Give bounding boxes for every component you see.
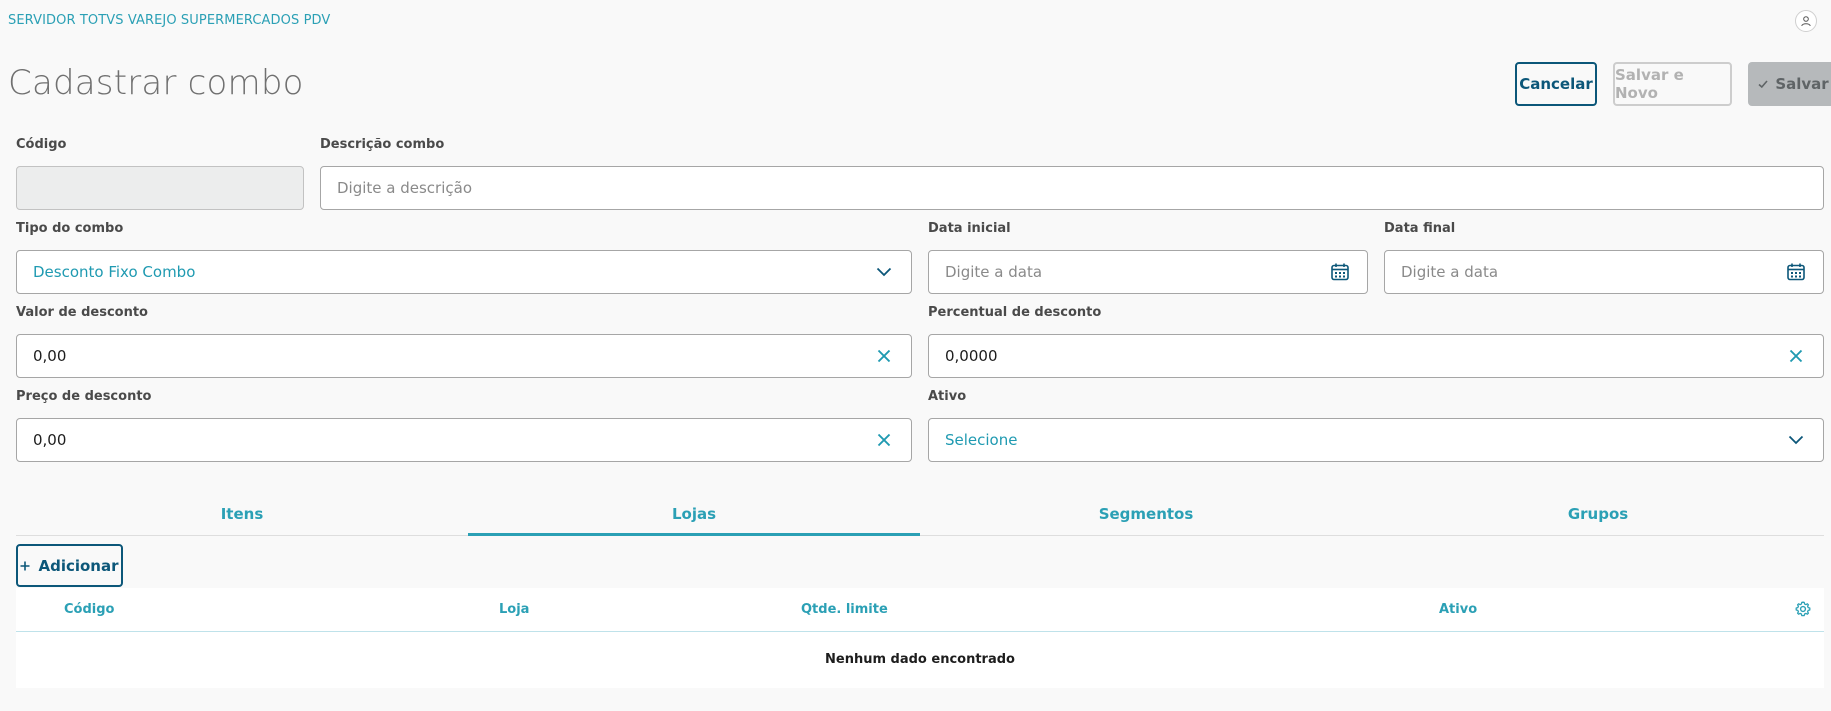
tab-segmentos[interactable]: Segmentos xyxy=(920,493,1372,535)
descricao-placeholder: Digite a descrição xyxy=(337,179,473,197)
gear-icon[interactable] xyxy=(1794,600,1812,618)
calendar-icon[interactable] xyxy=(1329,261,1351,283)
column-codigo[interactable]: Código xyxy=(64,602,114,617)
data-final-input[interactable]: Digite a data xyxy=(1384,250,1824,294)
tab-grupos[interactable]: Grupos xyxy=(1372,493,1824,535)
tipo-combo-label: Tipo do combo xyxy=(16,221,124,236)
page-title: Cadastrar combo xyxy=(8,63,304,103)
preco-desconto-value: 0,00 xyxy=(33,431,67,449)
top-bar: SERVIDOR TOTVS VAREJO SUPERMERCADOS PDV xyxy=(0,0,1831,42)
valor-desconto-input[interactable]: 0,00 xyxy=(16,334,912,378)
descricao-label: Descrição combo xyxy=(320,137,445,152)
tab-lojas[interactable]: Lojas xyxy=(468,493,920,536)
data-inicial-label: Data inicial xyxy=(928,221,1011,236)
chevron-down-icon xyxy=(873,261,895,283)
save-and-new-button[interactable]: Salvar e Novo xyxy=(1613,62,1732,106)
descricao-input[interactable]: Digite a descrição xyxy=(320,166,1824,210)
data-final-label: Data final xyxy=(1384,221,1456,236)
table-header: Código Loja Qtde. limite Ativo xyxy=(16,588,1824,632)
save-button-label: Salvar xyxy=(1775,75,1829,93)
preco-desconto-label: Preço de desconto xyxy=(16,389,152,404)
cancel-button[interactable]: Cancelar xyxy=(1515,62,1597,106)
save-button[interactable]: Salvar xyxy=(1748,62,1831,106)
codigo-label: Código xyxy=(16,137,67,152)
column-qtde-limite[interactable]: Qtde. limite xyxy=(801,602,888,617)
tab-itens[interactable]: Itens xyxy=(16,493,468,535)
ativo-value: Selecione xyxy=(945,431,1018,449)
clear-icon[interactable] xyxy=(873,345,895,367)
preco-desconto-input[interactable]: 0,00 xyxy=(16,418,912,462)
plus-icon xyxy=(20,561,30,570)
percentual-desconto-value: 0,0000 xyxy=(945,347,998,365)
clear-icon[interactable] xyxy=(873,429,895,451)
lojas-table: Código Loja Qtde. limite Ativo Nenhum da… xyxy=(16,588,1824,688)
column-loja[interactable]: Loja xyxy=(499,602,529,617)
tipo-combo-value: Desconto Fixo Combo xyxy=(33,263,196,281)
column-ativo[interactable]: Ativo xyxy=(1439,602,1477,617)
clear-icon[interactable] xyxy=(1785,345,1807,367)
user-profile-button[interactable] xyxy=(1795,10,1817,32)
empty-message: Nenhum dado encontrado xyxy=(825,652,1015,667)
percentual-desconto-input[interactable]: 0,0000 xyxy=(928,334,1824,378)
add-button[interactable]: Adicionar xyxy=(16,544,123,587)
calendar-icon[interactable] xyxy=(1785,261,1807,283)
data-final-placeholder: Digite a data xyxy=(1401,263,1499,281)
data-inicial-input[interactable]: Digite a data xyxy=(928,250,1368,294)
tipo-combo-select[interactable]: Desconto Fixo Combo xyxy=(16,250,912,294)
app-brand: SERVIDOR TOTVS VAREJO SUPERMERCADOS PDV xyxy=(8,13,331,28)
tabs: Itens Lojas Segmentos Grupos xyxy=(16,493,1824,536)
check-icon xyxy=(1758,80,1768,89)
valor-desconto-value: 0,00 xyxy=(33,347,67,365)
chevron-down-icon xyxy=(1785,429,1807,451)
ativo-label: Ativo xyxy=(928,389,967,404)
percentual-desconto-label: Percentual de desconto xyxy=(928,305,1102,320)
codigo-input xyxy=(16,166,304,210)
valor-desconto-label: Valor de desconto xyxy=(16,305,148,320)
user-icon xyxy=(1801,16,1811,27)
ativo-select[interactable]: Selecione xyxy=(928,418,1824,462)
add-button-label: Adicionar xyxy=(38,556,119,575)
data-inicial-placeholder: Digite a data xyxy=(945,263,1043,281)
